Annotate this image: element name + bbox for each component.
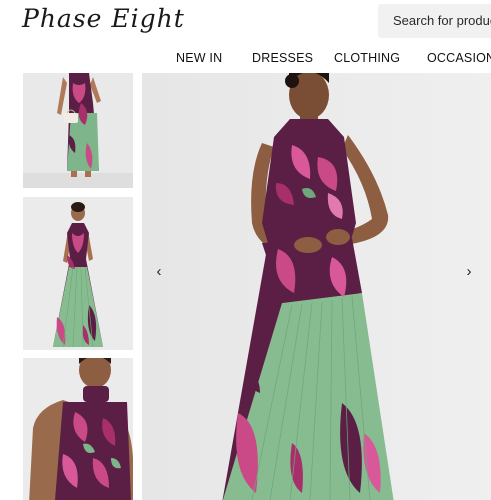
nav-item-dresses[interactable]: DRESSES (252, 51, 313, 65)
product-photo (142, 73, 491, 500)
search-field[interactable] (378, 4, 491, 38)
product-thumbnail-image (23, 358, 133, 500)
nav-item-new-in[interactable]: NEW IN (176, 51, 222, 65)
main-product-image (142, 73, 491, 500)
chevron-right-icon[interactable]: › (461, 262, 477, 282)
nav-item-occasion[interactable]: OCCASION (427, 51, 491, 65)
main-nav: NEW IN DRESSES CLOTHING OCCASION (0, 51, 491, 67)
thumbnail-full-length-front[interactable] (23, 197, 133, 350)
product-thumbnail-image (23, 197, 133, 350)
brand-logo[interactable]: Phase Eight (22, 4, 185, 33)
nav-item-clothing[interactable]: CLOTHING (334, 51, 400, 65)
search-input[interactable] (393, 13, 491, 28)
chevron-left-icon[interactable]: ‹ (151, 262, 167, 282)
product-thumbnail-image (23, 73, 133, 188)
thumbnail-full-length-handbag[interactable] (23, 73, 133, 188)
thumbnail-bodice-closeup[interactable] (23, 358, 133, 500)
